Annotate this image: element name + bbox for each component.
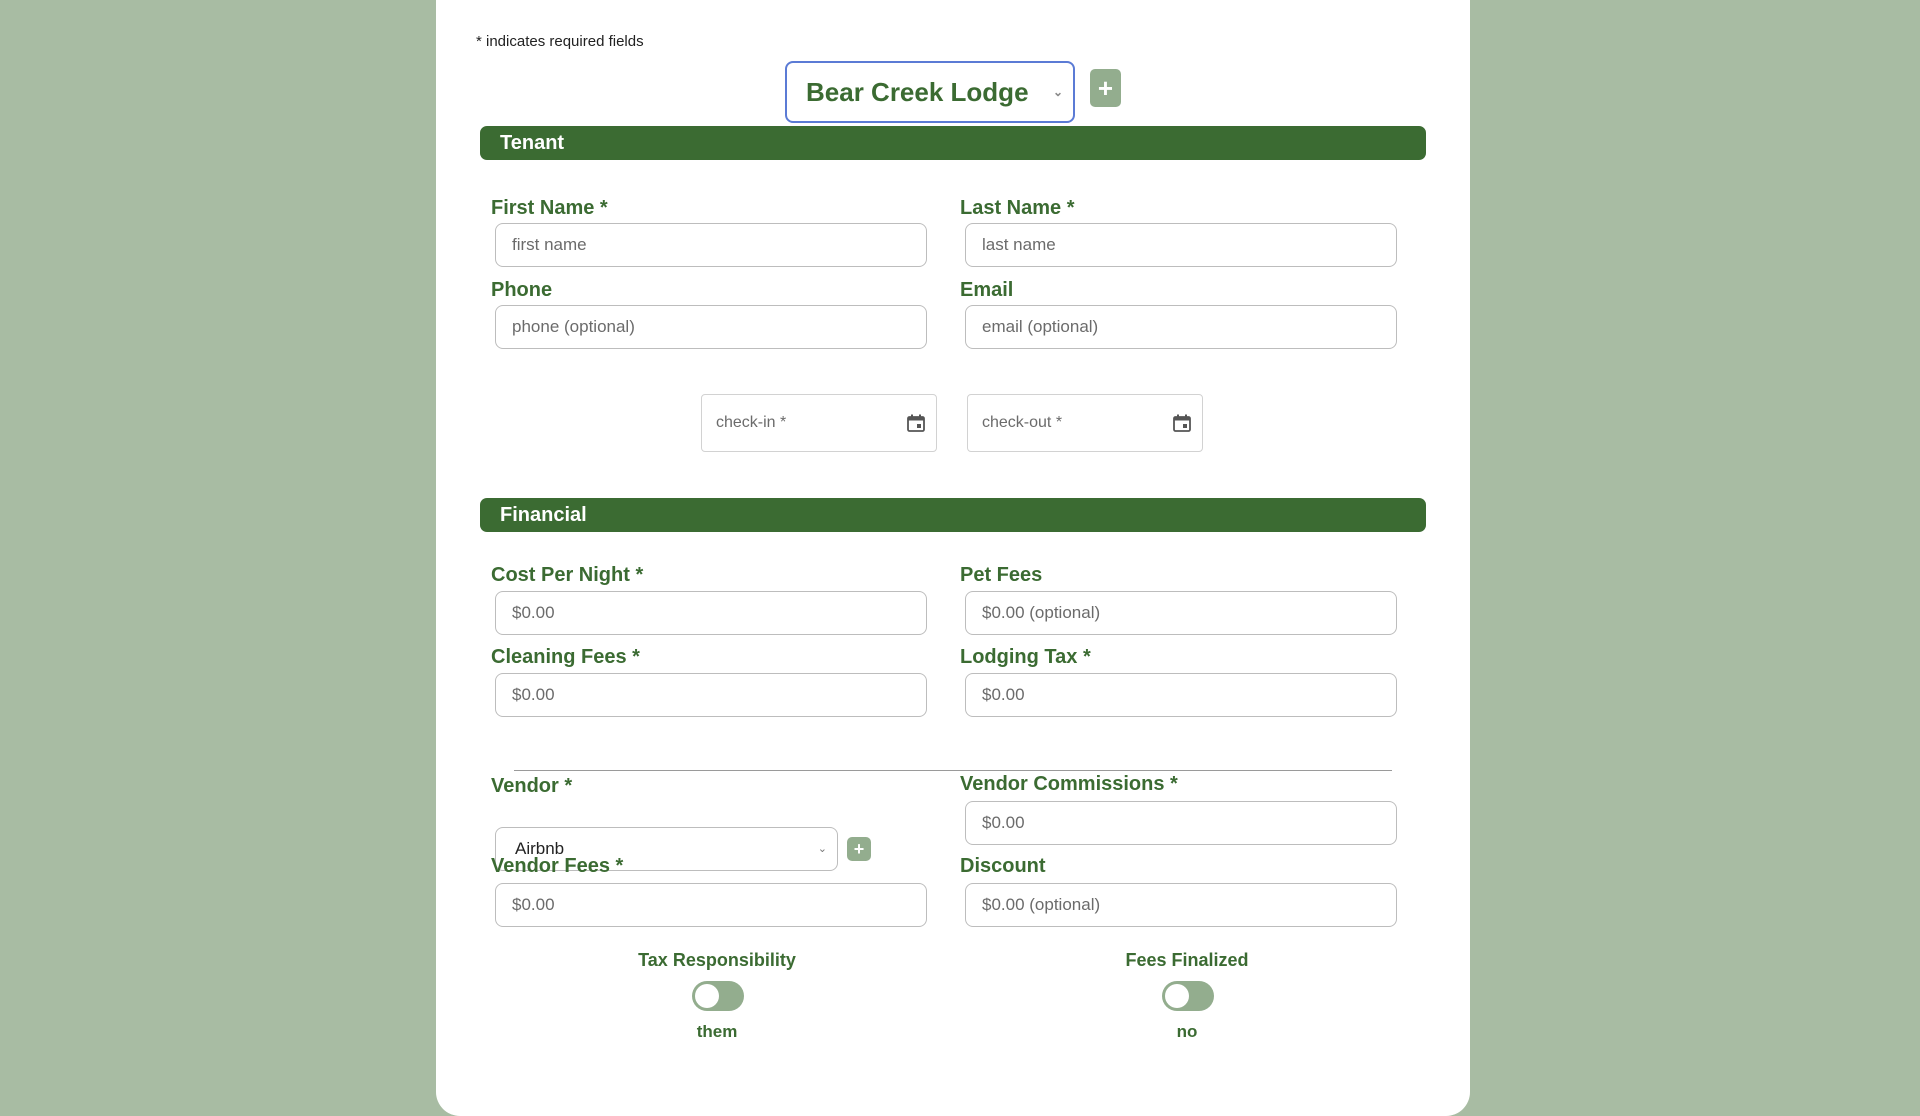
- check-out-placeholder: check-out *: [982, 414, 1063, 431]
- vendor-commissions-placeholder: $0.00: [982, 813, 1025, 832]
- phone-label: Phone: [491, 279, 553, 301]
- cost-per-night-placeholder: $0.00: [512, 603, 555, 622]
- first-name-input[interactable]: first name: [495, 223, 927, 267]
- last-name-input[interactable]: last name: [965, 223, 1397, 267]
- lodging-tax-input[interactable]: $0.00: [965, 673, 1397, 717]
- email-input[interactable]: email (optional): [965, 305, 1397, 349]
- cleaning-fees-input[interactable]: $0.00: [495, 673, 927, 717]
- tenant-section-header: Tenant: [480, 126, 1426, 160]
- fees-finalized-toggle[interactable]: [1162, 981, 1214, 1011]
- lodging-tax-label: Lodging Tax *: [960, 646, 1091, 668]
- booking-form-card: * indicates required fields Bear Creek L…: [436, 0, 1470, 1116]
- vendor-fees-input[interactable]: $0.00: [495, 883, 927, 927]
- property-select[interactable]: Bear Creek Lodge ⌄: [785, 61, 1075, 123]
- phone-input[interactable]: phone (optional): [495, 305, 927, 349]
- financial-section-title: Financial: [500, 503, 587, 526]
- lodging-tax-placeholder: $0.00: [982, 685, 1025, 704]
- add-vendor-button[interactable]: +: [847, 837, 871, 861]
- discount-input[interactable]: $0.00 (optional): [965, 883, 1397, 927]
- toggle-knob: [1165, 984, 1189, 1008]
- check-out-input[interactable]: check-out *: [967, 394, 1203, 452]
- chevron-down-icon: ⌄: [1052, 85, 1063, 99]
- tax-responsibility-value: them: [696, 1022, 738, 1041]
- tax-responsibility-label: Tax Responsibility: [638, 950, 796, 970]
- property-select-value: Bear Creek Lodge: [806, 76, 1029, 107]
- chevron-down-icon: ⌄: [817, 843, 827, 855]
- tenant-section-title: Tenant: [500, 131, 565, 154]
- pet-fees-placeholder: $0.00 (optional): [982, 603, 1101, 622]
- check-in-placeholder: check-in *: [716, 414, 787, 431]
- last-name-placeholder: last name: [982, 235, 1056, 254]
- vendor-fees-label: Vendor Fees *: [491, 855, 624, 877]
- fees-finalized-value: no: [1176, 1022, 1198, 1041]
- tax-responsibility-toggle[interactable]: [692, 981, 744, 1011]
- fees-finalized-label: Fees Finalized: [1125, 950, 1249, 970]
- email-label: Email: [960, 279, 1014, 301]
- vendor-commissions-label: Vendor Commissions *: [960, 773, 1178, 795]
- last-name-label: Last Name *: [960, 197, 1075, 219]
- cost-per-night-label: Cost Per Night *: [491, 564, 644, 586]
- check-in-input[interactable]: check-in *: [701, 394, 937, 452]
- first-name-label: First Name *: [491, 197, 608, 219]
- financial-section-header: Financial: [480, 498, 1426, 532]
- pet-fees-label: Pet Fees: [960, 564, 1043, 586]
- cost-per-night-input[interactable]: $0.00: [495, 591, 927, 635]
- cleaning-fees-placeholder: $0.00: [512, 685, 555, 704]
- discount-placeholder: $0.00 (optional): [982, 895, 1101, 914]
- email-placeholder: email (optional): [982, 317, 1099, 336]
- vendor-fees-placeholder: $0.00: [512, 895, 555, 914]
- vendor-label: Vendor *: [491, 775, 573, 797]
- discount-label: Discount: [960, 855, 1046, 877]
- toggle-knob: [695, 984, 719, 1008]
- section-divider: [514, 770, 1392, 771]
- first-name-placeholder: first name: [512, 235, 587, 254]
- calendar-icon[interactable]: [906, 413, 926, 433]
- calendar-icon[interactable]: [1172, 413, 1192, 433]
- vendor-commissions-input[interactable]: $0.00: [965, 801, 1397, 845]
- add-property-button[interactable]: +: [1090, 69, 1121, 107]
- required-fields-note: * indicates required fields: [476, 33, 644, 50]
- phone-placeholder: phone (optional): [512, 317, 635, 336]
- cleaning-fees-label: Cleaning Fees *: [491, 646, 640, 668]
- pet-fees-input[interactable]: $0.00 (optional): [965, 591, 1397, 635]
